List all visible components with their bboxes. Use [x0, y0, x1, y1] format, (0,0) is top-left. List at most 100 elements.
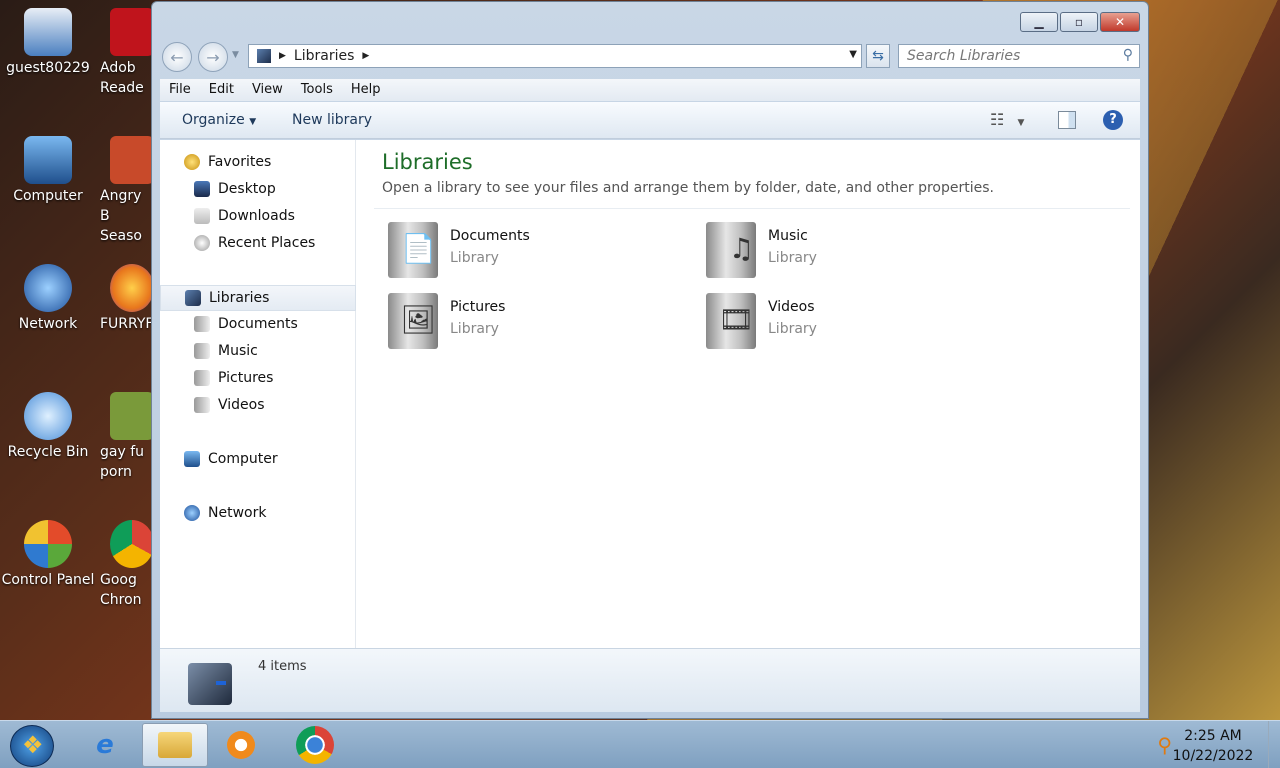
refresh-button[interactable]: ⇆: [866, 44, 890, 68]
firefox-icon: [110, 264, 152, 312]
desktop-icon: [194, 181, 210, 197]
desktop-icon-firefox[interactable]: FURRYFU: [100, 264, 152, 334]
change-view-button[interactable]: ☷ ▼: [990, 110, 1024, 129]
taskbar-windows-explorer[interactable]: [142, 723, 208, 767]
taskbar-chrome[interactable]: [282, 723, 348, 767]
computer-icon: [24, 136, 72, 184]
recycle-bin-icon: [24, 392, 72, 440]
menu-file[interactable]: File: [160, 79, 200, 101]
desktop-icon-recycle-bin[interactable]: Recycle Bin: [0, 392, 96, 462]
media-player-icon: [227, 731, 255, 759]
help-button[interactable]: ?: [1103, 110, 1123, 130]
menu-help[interactable]: Help: [342, 79, 390, 101]
video-thumbnail-icon: [110, 392, 152, 440]
new-library-button[interactable]: New library: [292, 112, 372, 128]
taskbar: e ⚲ 2:25 AM 10/22/2022: [0, 720, 1280, 768]
close-button[interactable]: ✕: [1100, 12, 1140, 32]
menu-view[interactable]: View: [243, 79, 292, 101]
videos-library-icon: [194, 397, 210, 413]
videos-library-icon: 🎞: [706, 293, 756, 349]
maximize-icon: ▫: [1074, 15, 1084, 29]
desktop-icon-control-panel[interactable]: Control Panel: [0, 520, 96, 590]
desktop-icon-user[interactable]: guest80229: [0, 8, 96, 78]
nav-music[interactable]: Music: [194, 343, 258, 359]
explorer-window: ▁ ▫ ✕ ← → ▼ ▶ Libraries ▶ ▼ ⇆ Search Lib…: [151, 1, 1149, 719]
taskbar-internet-explorer[interactable]: e: [72, 723, 138, 767]
documents-library-icon: [194, 316, 210, 332]
command-bar: Organize ▼ New library ☷ ▼ ?: [160, 102, 1140, 139]
desktop-icon-angry-birds[interactable]: Angry B Seaso: [100, 136, 152, 246]
show-desktop-button[interactable]: [1268, 721, 1280, 768]
breadcrumb-arrow-icon[interactable]: ▶: [362, 51, 369, 61]
nav-documents[interactable]: Documents: [194, 316, 298, 332]
libraries-icon: [185, 290, 201, 306]
divider: [374, 208, 1130, 209]
network-icon: [184, 505, 200, 521]
details-pane: 4 items: [160, 648, 1140, 712]
address-bar[interactable]: ▶ Libraries ▶ ▼: [248, 44, 862, 68]
view-options-icon: ☷: [990, 110, 1005, 129]
breadcrumb-libraries[interactable]: Libraries: [294, 48, 354, 64]
network-icon: [24, 264, 72, 312]
library-item-pictures[interactable]: 🖼 Pictures Library: [388, 293, 688, 357]
user-folder-icon: [24, 8, 72, 56]
window-controls: ▁ ▫ ✕: [1020, 12, 1140, 32]
taskbar-media-player[interactable]: [208, 723, 274, 767]
library-item-music[interactable]: ♫ Music Library: [706, 222, 1006, 286]
libraries-icon: [257, 49, 271, 63]
nav-computer[interactable]: Computer: [184, 451, 278, 467]
search-icon[interactable]: ⚲: [1123, 47, 1133, 63]
nav-videos[interactable]: Videos: [194, 397, 265, 413]
organize-button[interactable]: Organize ▼: [182, 112, 256, 128]
angry-birds-icon: [110, 136, 152, 184]
nav-pictures[interactable]: Pictures: [194, 370, 273, 386]
clock[interactable]: 2:25 AM 10/22/2022: [1168, 726, 1258, 766]
chevron-down-icon: ▼: [249, 117, 257, 127]
back-button[interactable]: ←: [162, 42, 192, 72]
desktop-icon-computer[interactable]: Computer: [0, 136, 96, 206]
nav-network[interactable]: Network: [184, 505, 266, 521]
library-item-documents[interactable]: 📄 Documents Library: [388, 222, 688, 286]
forward-arrow-icon: →: [206, 47, 220, 67]
close-icon: ✕: [1114, 15, 1126, 29]
maximize-button[interactable]: ▫: [1060, 12, 1098, 32]
downloads-icon: [194, 208, 210, 224]
recent-pages-dropdown[interactable]: ▼: [232, 50, 239, 60]
menu-tools[interactable]: Tools: [292, 79, 342, 101]
desktop-icon-network[interactable]: Network: [0, 264, 96, 334]
libraries-large-icon: [188, 663, 232, 705]
clock-icon: [194, 235, 210, 251]
nav-downloads[interactable]: Downloads: [194, 208, 295, 224]
breadcrumb-arrow-icon[interactable]: ▶: [279, 51, 286, 61]
address-dropdown-icon[interactable]: ▼: [849, 49, 857, 60]
page-title: Libraries: [382, 150, 473, 174]
folder-icon: [158, 732, 192, 758]
chrome-icon: [110, 520, 152, 568]
help-icon: ?: [1109, 112, 1117, 127]
navigation-pane: Favorites Desktop Downloads Recent Place…: [160, 140, 356, 648]
preview-pane-button[interactable]: [1058, 111, 1076, 129]
nav-favorites[interactable]: Favorites: [184, 154, 271, 170]
navigation-bar: ← → ▼ ▶ Libraries ▶ ▼ ⇆ Search Libraries…: [162, 42, 1142, 72]
search-input[interactable]: Search Libraries ⚲: [898, 44, 1140, 68]
library-list: Libraries Open a library to see your fil…: [358, 140, 1140, 648]
clock-date: 10/22/2022: [1172, 748, 1254, 764]
desktop-icon-adobe-reader[interactable]: Adob Reade: [100, 8, 152, 98]
content-area: Favorites Desktop Downloads Recent Place…: [160, 140, 1140, 648]
minimize-button[interactable]: ▁: [1020, 12, 1058, 32]
nav-recent-places[interactable]: Recent Places: [194, 235, 315, 251]
minimize-icon: ▁: [1034, 15, 1044, 29]
menu-edit[interactable]: Edit: [200, 79, 243, 101]
nav-desktop[interactable]: Desktop: [194, 181, 276, 197]
control-panel-icon: [24, 520, 72, 568]
desktop-icon-video[interactable]: gay fu porn: [100, 392, 152, 482]
chrome-icon: [296, 726, 334, 764]
internet-explorer-icon: e: [96, 730, 114, 760]
nav-libraries[interactable]: Libraries: [160, 285, 356, 311]
start-button[interactable]: [10, 725, 54, 767]
item-count: 4 items: [258, 659, 307, 674]
desktop-icon-chrome[interactable]: Goog Chron: [100, 520, 152, 610]
forward-button[interactable]: →: [198, 42, 228, 72]
library-item-videos[interactable]: 🎞 Videos Library: [706, 293, 1006, 357]
menu-bar: File Edit View Tools Help: [160, 79, 1140, 101]
